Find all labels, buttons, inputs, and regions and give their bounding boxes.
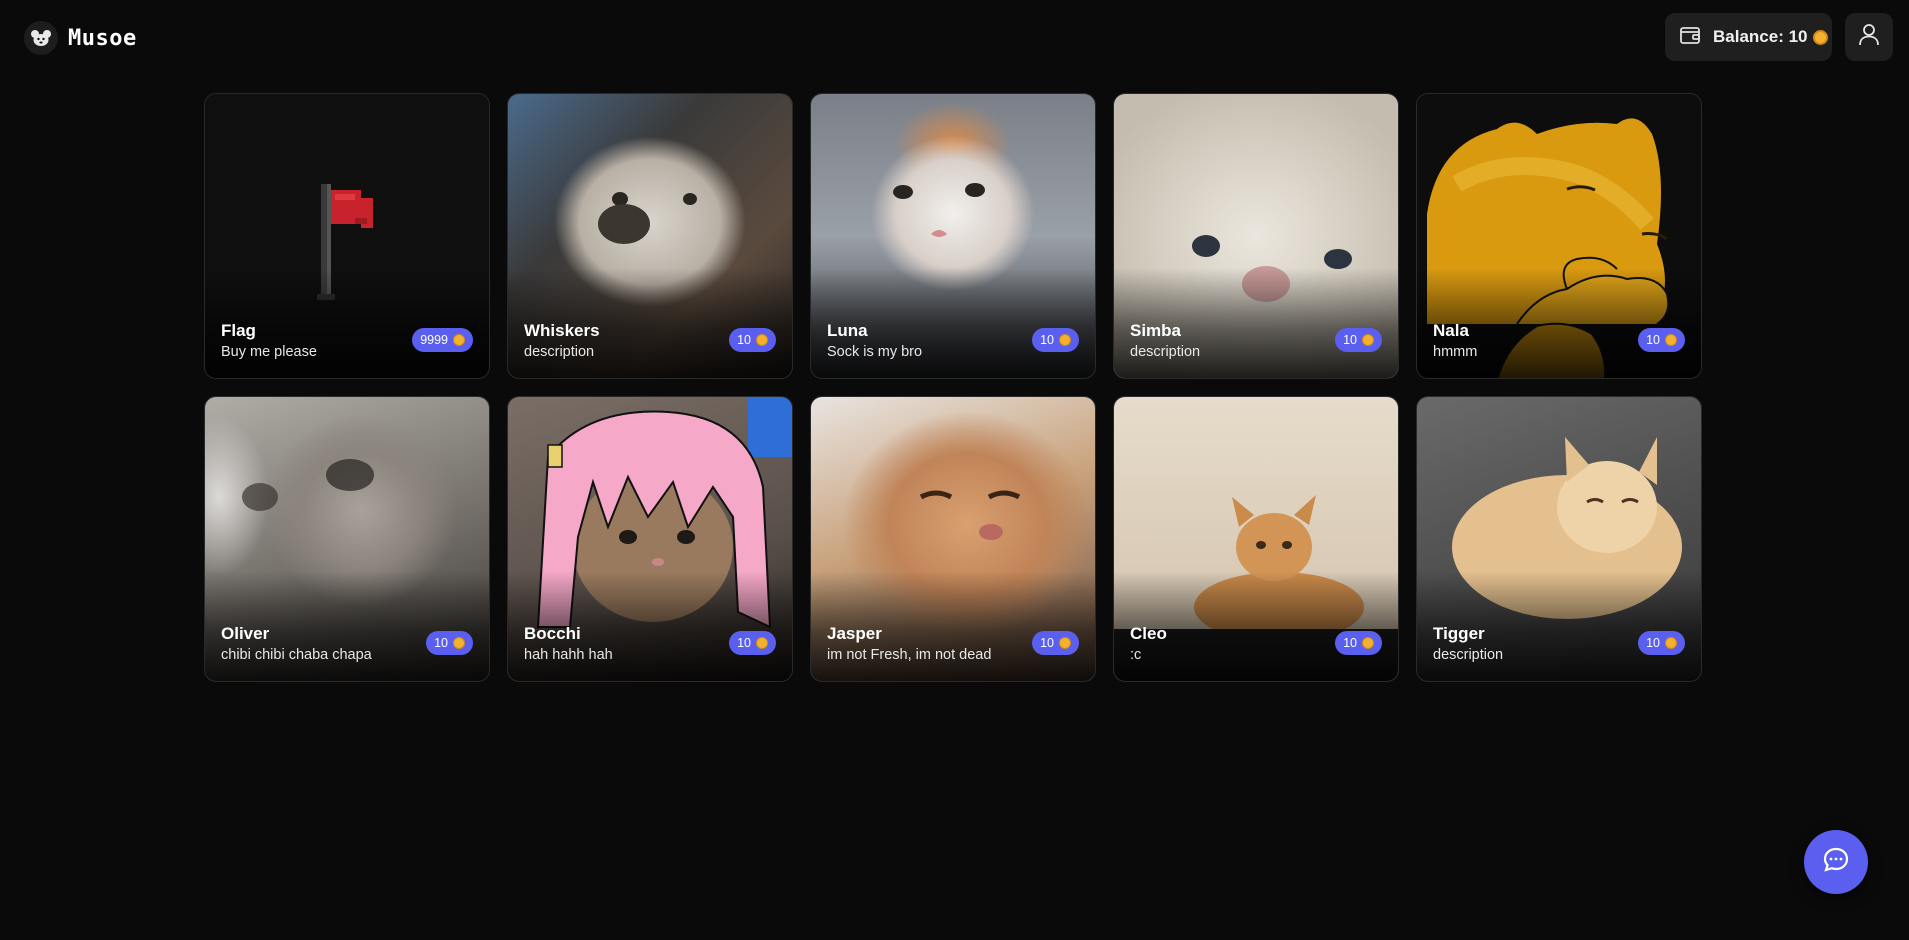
price-badge: 10	[1335, 631, 1382, 655]
mouse-face-icon	[24, 21, 58, 55]
price-badge: 10	[1335, 328, 1382, 352]
product-card[interactable]: Bocchi hah hahh hah 10	[507, 396, 793, 682]
top-bar: Musoe Balance: 10	[0, 0, 1909, 75]
coin-icon	[1059, 637, 1071, 649]
coin-icon	[1665, 637, 1677, 649]
price-badge: 10	[426, 631, 473, 655]
coin-icon	[1665, 334, 1677, 346]
price-badge: 10	[729, 631, 776, 655]
wallet-icon	[1679, 25, 1701, 50]
user-icon	[1858, 23, 1880, 51]
chat-button[interactable]	[1804, 830, 1868, 894]
balance-label: Balance: 10	[1713, 27, 1808, 46]
price-badge: 10	[1032, 328, 1079, 352]
product-card[interactable]: Tigger description 10	[1416, 396, 1702, 682]
price-badge: 10	[1032, 631, 1079, 655]
app-name: Musoe	[68, 25, 137, 51]
coin-icon	[1812, 29, 1828, 45]
product-card[interactable]: Oliver chibi chibi chaba chapa 10	[204, 396, 490, 682]
coin-icon	[756, 637, 768, 649]
coin-icon	[1362, 637, 1374, 649]
coin-icon	[1059, 334, 1071, 346]
coin-icon	[756, 334, 768, 346]
product-grid: Flag Buy me please 9999 Whiskers descrip…	[204, 93, 1702, 682]
product-card[interactable]: Luna Sock is my bro 10	[810, 93, 1096, 379]
balance-button[interactable]: Balance: 10	[1665, 13, 1832, 61]
product-card[interactable]: Jasper im not Fresh, im not dead 10	[810, 396, 1096, 682]
price-badge: 9999	[412, 328, 473, 352]
price-badge: 10	[1638, 328, 1685, 352]
product-card[interactable]: Whiskers description 10	[507, 93, 793, 379]
user-menu-button[interactable]	[1845, 13, 1893, 61]
brand[interactable]: Musoe	[24, 20, 137, 56]
coin-icon	[453, 334, 465, 346]
product-card[interactable]: Simba description 10	[1113, 93, 1399, 379]
price-badge: 10	[729, 328, 776, 352]
coin-icon	[1362, 334, 1374, 346]
product-card[interactable]: Flag Buy me please 9999	[204, 93, 490, 379]
product-card[interactable]: Cleo :c 10	[1113, 396, 1399, 682]
chat-bubble-icon	[1821, 845, 1851, 879]
coin-icon	[453, 637, 465, 649]
price-badge: 10	[1638, 631, 1685, 655]
product-card[interactable]: Nala hmmm 10	[1416, 93, 1702, 379]
